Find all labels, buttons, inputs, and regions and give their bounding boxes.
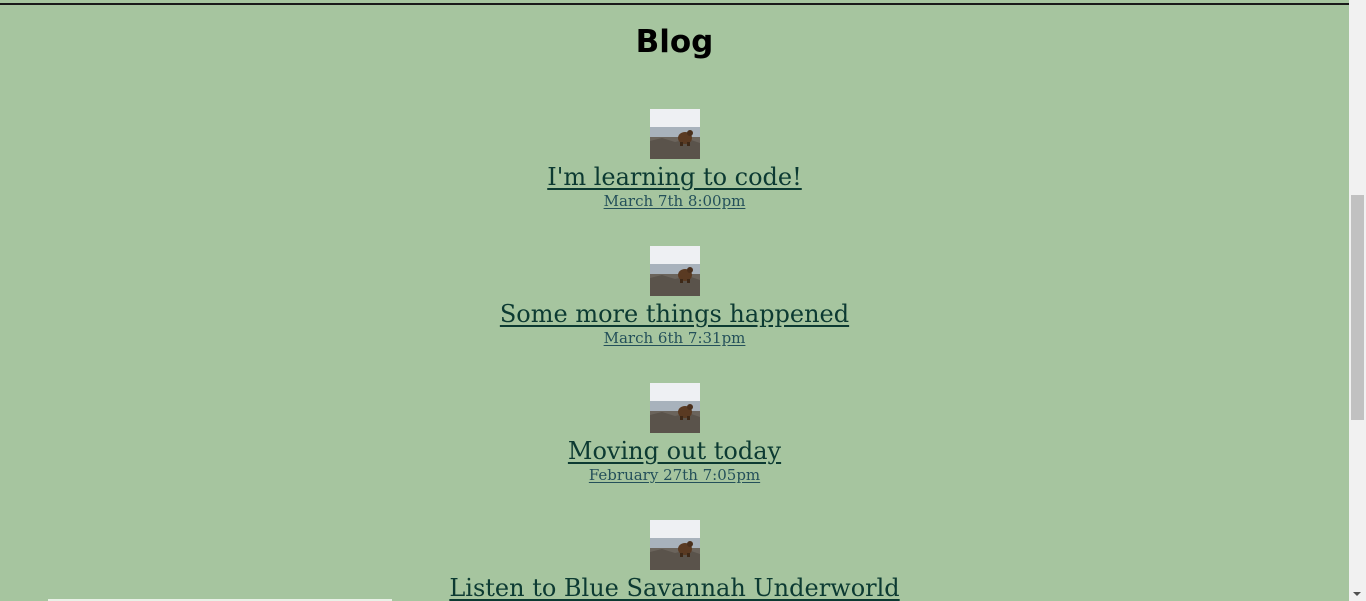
blog-post: Listen to Blue Savannah Underworld — [0, 520, 1349, 601]
scroll-down-arrow-icon[interactable] — [1353, 592, 1361, 596]
post-date-link[interactable]: March 6th 7:31pm — [604, 329, 746, 347]
post-title-link[interactable]: Some more things happened — [500, 299, 849, 329]
post-title-link[interactable]: Listen to Blue Savannah Underworld — [449, 573, 899, 601]
scrollbar-thumb[interactable] — [1351, 195, 1364, 420]
blog-content: Blog I'm learning to code! March 7th 8:0… — [0, 0, 1349, 601]
post-date-link[interactable]: March 7th 8:00pm — [604, 192, 746, 210]
post-thumbnail-icon[interactable] — [649, 109, 700, 159]
page-title: Blog — [635, 24, 714, 60]
post-thumbnail-icon[interactable] — [649, 520, 700, 570]
blog-post: Some more things happened March 6th 7:31… — [0, 246, 1349, 348]
vertical-scrollbar[interactable] — [1349, 0, 1366, 601]
top-divider — [0, 3, 1349, 5]
blog-post: Moving out today February 27th 7:05pm — [0, 383, 1349, 485]
post-title-link[interactable]: Moving out today — [568, 436, 781, 466]
post-date-link[interactable]: February 27th 7:05pm — [589, 466, 760, 484]
post-thumbnail-icon[interactable] — [649, 383, 700, 433]
post-thumbnail-icon[interactable] — [649, 246, 700, 296]
page: Blog I'm learning to code! March 7th 8:0… — [0, 0, 1366, 601]
post-title-link[interactable]: I'm learning to code! — [547, 162, 802, 192]
blog-post: I'm learning to code! March 7th 8:00pm — [0, 109, 1349, 211]
